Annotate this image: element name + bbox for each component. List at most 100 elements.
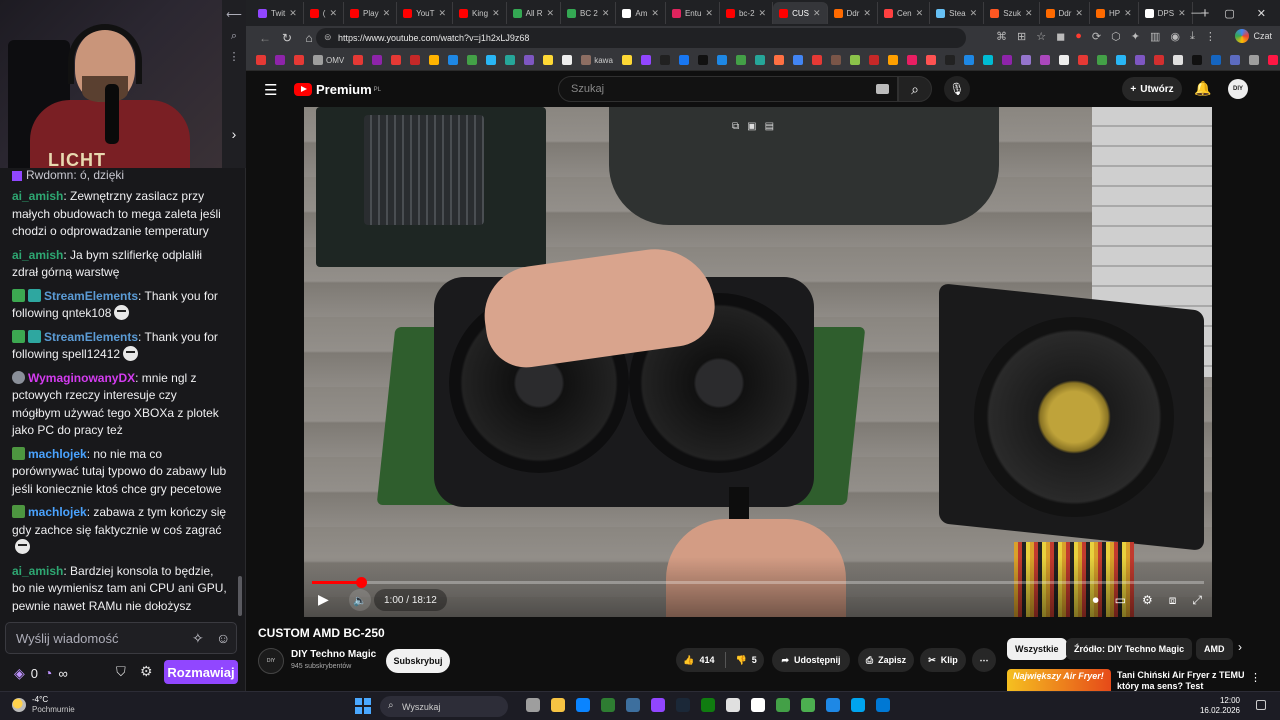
taskbar-app-icon[interactable]	[726, 698, 740, 712]
browser-tab[interactable]: Ddr ✕	[1040, 2, 1090, 24]
bookmark-favicon-icon[interactable]	[754, 55, 765, 65]
chat-send-button[interactable]: Rozmawiaj	[164, 660, 238, 684]
taskbar-app-icon[interactable]	[626, 698, 640, 712]
thumbs-down-icon[interactable]: 👎	[736, 655, 747, 666]
bookmark-favicon-icon[interactable]	[391, 55, 402, 65]
chat-badge-icon[interactable]	[12, 329, 25, 343]
tab-close-icon[interactable]: ✕	[1178, 8, 1186, 19]
bookmark-favicon-icon[interactable]	[294, 55, 304, 65]
bookmark-favicon-icon[interactable]	[792, 55, 803, 65]
bookmark-favicon-icon[interactable]	[467, 55, 478, 65]
chat-badge-icon[interactable]	[12, 505, 25, 518]
chat-badge-icon[interactable]	[12, 446, 25, 460]
tab-close-icon[interactable]: ✕	[602, 8, 610, 19]
youtube-premium-logo[interactable]: Premium PL	[294, 82, 381, 97]
channel-avatar[interactable]: DIY	[258, 648, 284, 674]
bookmark-favicon-icon[interactable]	[868, 55, 879, 65]
chat-badge-icon[interactable]	[12, 288, 25, 302]
url-field[interactable]: ⊜ https://www.youtube.com/watch?v=j1h2xL…	[316, 28, 966, 48]
recommended-menu-icon[interactable]: ⋮	[1250, 671, 1261, 684]
bookmark-favicon-icon[interactable]	[372, 55, 383, 65]
tab-close-icon[interactable]: ✕	[329, 8, 337, 19]
back-icon[interactable]: ←	[254, 31, 276, 45]
bookmark-favicon-icon[interactable]	[773, 55, 784, 65]
browser-tab[interactable]: DPS ✕	[1139, 2, 1193, 24]
bookmark-favicon-icon[interactable]	[1077, 55, 1088, 65]
chat-username[interactable]: machlojek	[28, 505, 87, 519]
bookmark-favicon-icon[interactable]	[678, 55, 689, 65]
bookmark-favicon-icon[interactable]	[1020, 55, 1031, 65]
browser-tab[interactable]: BC 2 ✕	[561, 2, 617, 24]
bookmark-item[interactable]: OMV	[313, 55, 344, 65]
save-button[interactable]: ⎙ Zapisz	[858, 648, 914, 672]
taskbar-app-icon[interactable]	[876, 698, 890, 712]
windows-start-icon[interactable]	[355, 698, 371, 714]
autoplay-toggle-icon[interactable]: ⏺	[1093, 593, 1099, 608]
account-avatar[interactable]: DIY	[1228, 79, 1248, 99]
bookmark-favicon-icon[interactable]	[256, 55, 266, 65]
chevron-right-icon[interactable]: ›	[232, 127, 237, 141]
chat-badge-icon[interactable]	[28, 288, 41, 302]
subscribe-button[interactable]: Subskrybuj	[386, 649, 450, 673]
video-progress-bar[interactable]	[312, 577, 1204, 588]
chat-username[interactable]: StreamElements	[44, 330, 138, 344]
chat-badge-icon[interactable]	[28, 329, 41, 343]
recommended-title[interactable]: Tani Chiński Air Fryer z TEMU który ma s…	[1117, 670, 1257, 691]
chip-source[interactable]: Źródło: DIY Techno Magic	[1066, 638, 1193, 660]
channel-name[interactable]: DIY Techno Magic	[291, 649, 376, 660]
pip-icon[interactable]: ▣	[747, 121, 756, 132]
chat-input[interactable]: Wyślij wiadomość ✧ ☺	[5, 622, 237, 654]
site-info-icon[interactable]: ⊜	[324, 32, 332, 43]
dislike-count[interactable]: 5	[752, 655, 757, 665]
tab-close-icon[interactable]: ✕	[651, 8, 659, 19]
fullscreen-icon[interactable]: ⤢	[1192, 593, 1202, 608]
bookmark-favicon-icon[interactable]	[1134, 55, 1145, 65]
channel-points[interactable]: ◈ 0 ◔ ∞	[14, 665, 68, 682]
bookmark-favicon-icon[interactable]	[1115, 55, 1126, 65]
tab-close-icon[interactable]: ✕	[705, 8, 713, 19]
tab-close-icon[interactable]: ✕	[1075, 8, 1083, 19]
bookmark-favicon-icon[interactable]	[543, 55, 554, 65]
bookmark-favicon-icon[interactable]	[1172, 55, 1183, 65]
taskbar-app-icon[interactable]	[751, 698, 765, 712]
tab-close-icon[interactable]: ✕	[289, 8, 297, 19]
bookmark-favicon-icon[interactable]	[1229, 55, 1240, 65]
taskbar-app-icon[interactable]	[826, 698, 840, 712]
weather-widget[interactable]: -4°C Pochmurnie	[12, 695, 75, 715]
browser-tab[interactable]: Ddr ✕	[828, 2, 878, 24]
browser-tab[interactable]: (✕	[304, 2, 344, 24]
bookmark-favicon-icon[interactable]	[1191, 55, 1202, 65]
arrow-left-icon[interactable]: ⟵	[226, 10, 242, 21]
sync-icon[interactable]: ⟳	[1092, 30, 1101, 43]
side-panel-icon[interactable]: ▥	[1150, 30, 1160, 43]
chat-badge-icon[interactable]	[12, 370, 25, 384]
taskbar-app-icon[interactable]	[851, 698, 865, 712]
bookmark-favicon-icon[interactable]	[562, 55, 573, 65]
bookmark-favicon-icon[interactable]	[963, 55, 974, 65]
bookmark-favicon-icon[interactable]	[640, 55, 651, 65]
tab-close-icon[interactable]: ✕	[547, 8, 555, 19]
download-icon[interactable]: ⤓	[1190, 30, 1195, 43]
bookmark-favicon-icon[interactable]	[735, 55, 746, 65]
bookmark-favicon-icon[interactable]	[275, 55, 285, 65]
install-icon[interactable]: ⊞	[1017, 30, 1026, 43]
close-window-icon[interactable]: ✕	[1257, 7, 1266, 20]
bookmark-favicon-icon[interactable]	[1058, 55, 1069, 65]
taskbar-app-icon[interactable]	[676, 698, 690, 712]
chat-username[interactable]: ai_amish	[12, 564, 63, 578]
bookmark-favicon-icon[interactable]	[849, 55, 860, 65]
chevron-right-icon[interactable]: ›	[1238, 640, 1242, 654]
chat-username[interactable]: machlojek	[28, 447, 87, 461]
bookmark-favicon-icon[interactable]	[353, 55, 364, 65]
browser-tab[interactable]: YouT ✕	[397, 2, 454, 24]
sparkle-icon[interactable]: ✧	[192, 630, 204, 647]
tab-close-icon[interactable]: ✕	[970, 8, 978, 19]
browser-tab[interactable]: Stea ✕	[930, 2, 985, 24]
taskbar-app-icon[interactable]	[701, 698, 715, 712]
bookmark-favicon-icon[interactable]	[716, 55, 727, 65]
browser-tab[interactable]: Szuk ✕	[984, 2, 1040, 24]
bookmark-favicon-icon[interactable]	[621, 55, 632, 65]
bookmark-favicon-icon[interactable]	[1248, 55, 1259, 65]
bookmark-star-icon[interactable]: ☆	[1036, 30, 1046, 43]
minimize-icon[interactable]: —	[1191, 7, 1202, 19]
